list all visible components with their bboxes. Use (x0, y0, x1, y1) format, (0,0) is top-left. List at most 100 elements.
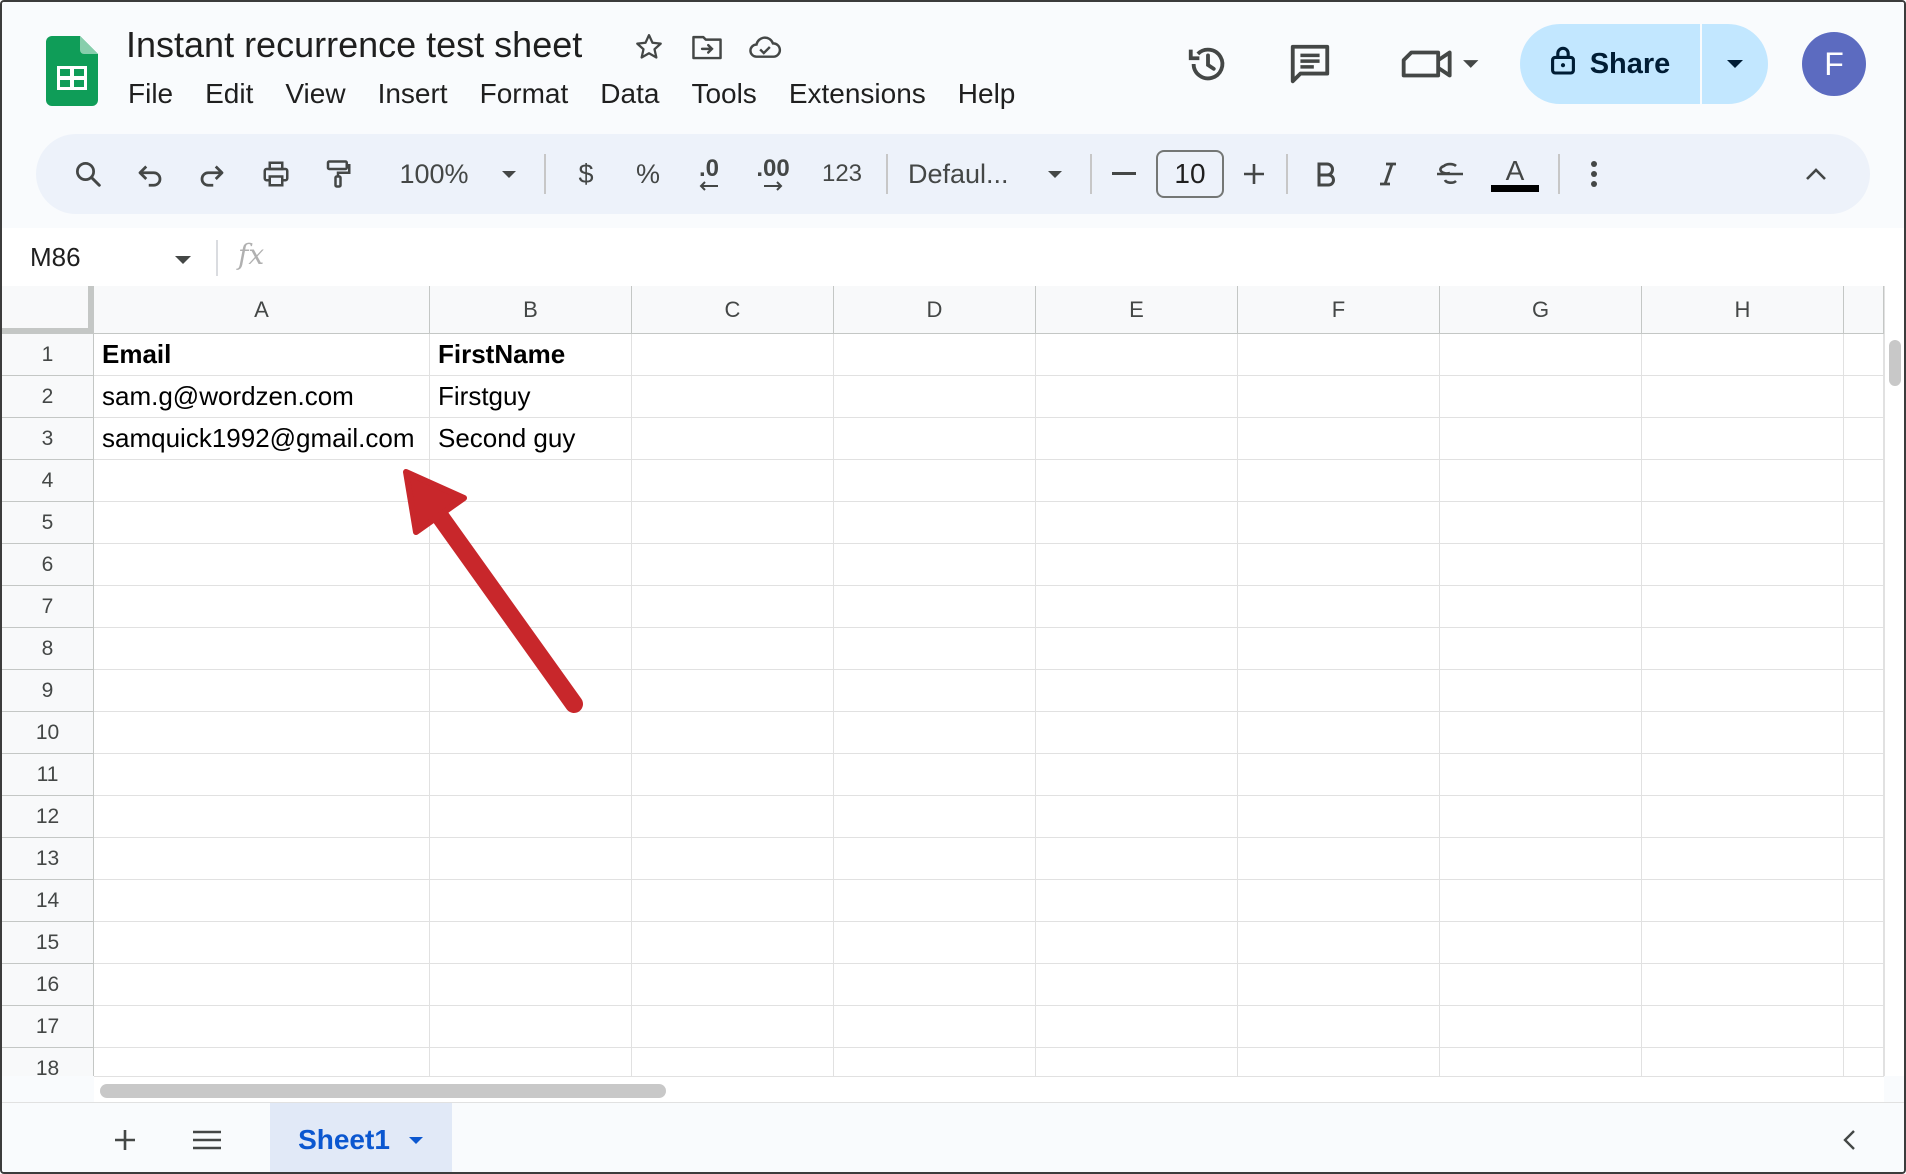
row-header-14[interactable]: 14 (2, 880, 94, 922)
cell[interactable] (1238, 964, 1440, 1006)
cell[interactable] (94, 460, 430, 502)
cell[interactable] (1036, 544, 1238, 586)
cell[interactable] (1844, 502, 1884, 544)
menu-file[interactable]: File (112, 76, 189, 112)
cell[interactable] (1036, 376, 1238, 418)
cell[interactable]: samquick1992@gmail.com (94, 418, 430, 460)
horizontal-scrollbar[interactable] (94, 1076, 1884, 1102)
cell[interactable] (94, 1048, 430, 1076)
cell[interactable] (1036, 460, 1238, 502)
document-title[interactable]: Instant recurrence test sheet (126, 24, 582, 66)
cell[interactable] (1238, 796, 1440, 838)
cell[interactable] (632, 670, 834, 712)
explore-collapse-icon[interactable] (1826, 1117, 1872, 1163)
cell[interactable] (1238, 586, 1440, 628)
menu-tools[interactable]: Tools (675, 76, 772, 112)
cell[interactable] (430, 922, 632, 964)
cell[interactable] (1844, 460, 1884, 502)
cell[interactable] (1440, 544, 1642, 586)
search-icon[interactable] (66, 152, 110, 196)
cell[interactable] (834, 712, 1036, 754)
cell[interactable] (94, 544, 430, 586)
cell[interactable] (1844, 628, 1884, 670)
horizontal-scroll-thumb[interactable] (100, 1084, 666, 1098)
italic-icon[interactable] (1366, 152, 1410, 196)
cell[interactable] (430, 880, 632, 922)
all-sheets-icon[interactable] (184, 1117, 230, 1163)
bold-icon[interactable] (1304, 152, 1348, 196)
cloud-saved-icon[interactable] (748, 30, 782, 64)
cell[interactable] (1642, 628, 1844, 670)
cell[interactable] (632, 334, 834, 376)
cell[interactable] (430, 796, 632, 838)
cell[interactable] (834, 964, 1036, 1006)
cell[interactable] (1440, 712, 1642, 754)
name-box[interactable]: M86 (30, 242, 81, 273)
name-box-caret-icon[interactable] (174, 252, 192, 270)
cell[interactable] (94, 838, 430, 880)
cell[interactable] (1440, 754, 1642, 796)
row-header-12[interactable]: 12 (2, 796, 94, 838)
row-header-8[interactable]: 8 (2, 628, 94, 670)
row-header-15[interactable]: 15 (2, 922, 94, 964)
cell[interactable] (430, 502, 632, 544)
increase-font-size-icon[interactable] (1236, 152, 1272, 196)
strikethrough-icon[interactable] (1428, 152, 1472, 196)
sheet-tab-sheet1[interactable]: Sheet1 (270, 1103, 452, 1172)
column-header-h[interactable]: H (1642, 286, 1844, 334)
star-icon[interactable] (632, 30, 666, 64)
cell[interactable] (1238, 502, 1440, 544)
row-header-2[interactable]: 2 (2, 376, 94, 418)
row-header-5[interactable]: 5 (2, 502, 94, 544)
cell[interactable] (834, 754, 1036, 796)
cell[interactable] (430, 1006, 632, 1048)
cell[interactable] (1642, 586, 1844, 628)
cell[interactable] (1440, 964, 1642, 1006)
cell[interactable] (94, 502, 430, 544)
cell[interactable] (430, 754, 632, 796)
cell[interactable] (1440, 628, 1642, 670)
cell[interactable] (1844, 586, 1884, 628)
cell[interactable] (1642, 838, 1844, 880)
cell[interactable] (834, 838, 1036, 880)
cell[interactable] (834, 460, 1036, 502)
vertical-scroll-thumb[interactable] (1889, 340, 1901, 386)
menu-extensions[interactable]: Extensions (773, 76, 942, 112)
cell[interactable] (1440, 670, 1642, 712)
menu-data[interactable]: Data (584, 76, 675, 112)
cell[interactable] (1440, 418, 1642, 460)
comments-icon[interactable] (1286, 40, 1334, 88)
cell[interactable] (94, 628, 430, 670)
cell[interactable] (1036, 670, 1238, 712)
zoom-caret-icon[interactable] (494, 152, 524, 196)
cell[interactable] (1844, 670, 1884, 712)
cell[interactable] (834, 628, 1036, 670)
row-header-17[interactable]: 17 (2, 1006, 94, 1048)
cell[interactable] (94, 1006, 430, 1048)
cell[interactable] (1642, 376, 1844, 418)
cell[interactable] (1844, 754, 1884, 796)
cell[interactable] (94, 922, 430, 964)
cell[interactable] (430, 838, 632, 880)
cell[interactable] (632, 586, 834, 628)
cell[interactable] (1440, 502, 1642, 544)
more-formats-button[interactable]: 123 (814, 152, 870, 196)
cell[interactable] (632, 838, 834, 880)
cell[interactable]: Second guy (430, 418, 632, 460)
row-header-4[interactable]: 4 (2, 460, 94, 502)
cell[interactable] (1844, 880, 1884, 922)
cell[interactable] (1642, 544, 1844, 586)
cell[interactable] (1642, 670, 1844, 712)
cell[interactable] (1238, 922, 1440, 964)
row-header-13[interactable]: 13 (2, 838, 94, 880)
redo-icon[interactable] (190, 152, 234, 196)
cell[interactable] (632, 502, 834, 544)
cell[interactable] (834, 796, 1036, 838)
column-header-e[interactable]: E (1036, 286, 1238, 334)
cell[interactable] (430, 670, 632, 712)
share-button[interactable]: Share (1520, 24, 1768, 104)
cell[interactable] (1036, 838, 1238, 880)
cell[interactable] (430, 544, 632, 586)
cell[interactable] (1844, 418, 1884, 460)
cell[interactable] (430, 628, 632, 670)
